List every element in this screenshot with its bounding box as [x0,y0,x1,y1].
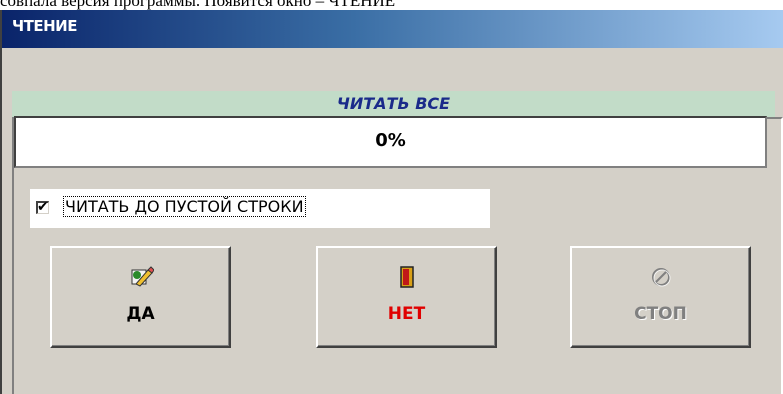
checkmark-icon: ✔ [37,199,49,215]
mode-banner: ЧИТАТЬ ВСЕ [12,91,775,117]
no-button-label: НЕТ [387,304,426,324]
window-title: ЧТЕНИЕ [12,17,77,35]
read-until-empty-checkbox[interactable]: ✔ [36,199,49,215]
progress-bar: 0% [14,116,767,168]
read-until-empty-label[interactable]: ЧИТАТЬ ДО ПУСТОЙ СТРОКИ [63,196,306,217]
window-titlebar[interactable]: ЧТЕНИЕ [2,10,783,48]
read-until-empty-option[interactable]: ✔ ЧИТАТЬ ДО ПУСТОЙ СТРОКИ [30,189,490,228]
mode-label: ЧИТАТЬ ВСЕ [336,94,451,113]
stop-button-label: СТОП [634,304,687,324]
yes-button[interactable]: ДА [50,246,231,348]
stop-no-icon [572,264,749,297]
exit-door-icon [318,264,495,297]
progress-label: 0% [375,130,406,151]
yes-button-label: ДА [126,304,155,324]
no-button[interactable]: НЕТ [316,246,497,348]
edit-pencil-icon [52,264,229,297]
stop-button[interactable]: СТОП [570,246,751,348]
